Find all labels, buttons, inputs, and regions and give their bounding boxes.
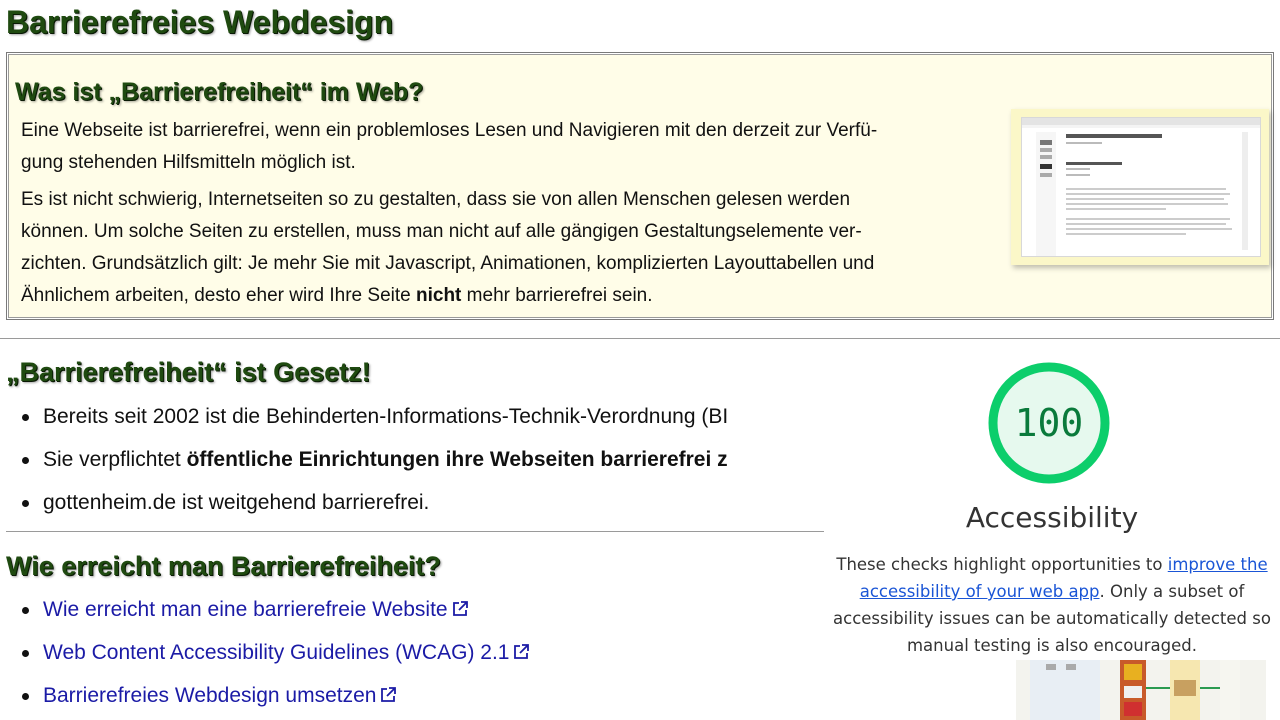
external-link-icon <box>514 644 530 659</box>
accessibility-score-gauge: 100 <box>985 359 1113 487</box>
lighthouse-accessibility-report: 100 Accessibility These checks highlight… <box>824 346 1280 656</box>
intro-infobox: Was ist „Barrierefreiheit“ im Web? Eine … <box>6 52 1274 320</box>
list-item: gottenheim.de ist weitgehend barrierefre… <box>20 481 824 524</box>
intro-p2-line4: Ähnlichem arbeiten, desto eher wird Ihre… <box>21 285 653 306</box>
list-item: Web Content Accessibility Guidelines (WC… <box>20 631 530 674</box>
intro-paragraph-1: Eine Webseite ist barrierefrei, wenn ein… <box>21 115 1001 179</box>
law-item-1: Bereits seit 2002 ist die Behinderten-In… <box>43 405 729 428</box>
intro-p2-line4-before: Ähnlichem arbeiten, desto eher wird Ihre… <box>21 285 416 306</box>
intro-p2-line1: Es ist nicht schwierig, Internetseiten s… <box>21 189 851 210</box>
law-list: Bereits seit 2002 ist die Behinderten-In… <box>20 395 824 524</box>
accessibility-score: 100 <box>1014 401 1084 445</box>
law-item-3: gottenheim.de ist weitgehend barrierefre… <box>43 491 430 514</box>
intro-paragraph-2: Es ist nicht schwierig, Internetseiten s… <box>21 184 1001 312</box>
intro-heading: Was ist „Barrierefreiheit“ im Web? <box>15 78 424 106</box>
link-barrierefreie-website[interactable]: Wie erreicht man eine barrierefreie Webs… <box>43 598 448 621</box>
list-item: Barrierefreies Webdesign umsetzen <box>20 674 530 717</box>
law-item-2-before: Sie verpflichtet <box>43 448 187 471</box>
accessibility-description: These checks highlight opportunities to … <box>824 551 1280 659</box>
law-item-2-bold: öffentliche Einrichtungen ihre Webseiten… <box>186 448 728 471</box>
thumbnail-page-preview <box>1021 117 1261 257</box>
link-wcag-2-1[interactable]: Web Content Accessibility Guidelines (WC… <box>43 641 509 664</box>
website-screenshot-thumbnail[interactable] <box>1011 109 1269 265</box>
list-item: Wie erreicht man eine barrierefreie Webs… <box>20 588 530 631</box>
intro-p1-line2: gung stehenden Hilfsmitteln möglich ist. <box>21 152 356 173</box>
cropped-thumbnail-image <box>1016 660 1266 720</box>
section-divider <box>0 338 1280 339</box>
how-heading: Wie erreicht man Barrierefreiheit? <box>6 551 441 581</box>
intro-p2-line2: können. Um solche Seiten zu erstellen, m… <box>21 221 862 242</box>
intro-p2-emphasis: nicht <box>416 285 462 306</box>
list-item: Sie verpflichtet öffentliche Einrichtung… <box>20 438 824 481</box>
accessibility-title: Accessibility <box>965 501 1139 534</box>
link-webdesign-umsetzen[interactable]: Barrierefreies Webdesign umsetzen <box>43 684 376 707</box>
intro-p2-line3: zichten. Grundsätzlich gilt: Je mehr Sie… <box>21 253 875 274</box>
page-title: Barrierefreies Webdesign <box>6 4 394 40</box>
thumbnail-page-sketch <box>1022 118 1260 256</box>
list-item: Bereits seit 2002 ist die Behinderten-In… <box>20 395 824 438</box>
external-link-icon <box>452 601 468 616</box>
law-heading: „Barrierefreiheit“ ist Gesetz! <box>6 357 371 387</box>
accessibility-desc-before: These checks highlight opportunities to <box>836 555 1168 574</box>
cropped-thumbnail-sketch <box>1030 660 1240 720</box>
resource-link-list: Wie erreicht man eine barrierefreie Webs… <box>20 588 530 717</box>
intro-p2-line4-after: mehr barrierefrei sein. <box>461 285 653 306</box>
external-link-icon <box>381 687 397 702</box>
section-divider <box>6 531 824 532</box>
intro-p1-line1: Eine Webseite ist barrierefrei, wenn ein… <box>21 120 878 141</box>
